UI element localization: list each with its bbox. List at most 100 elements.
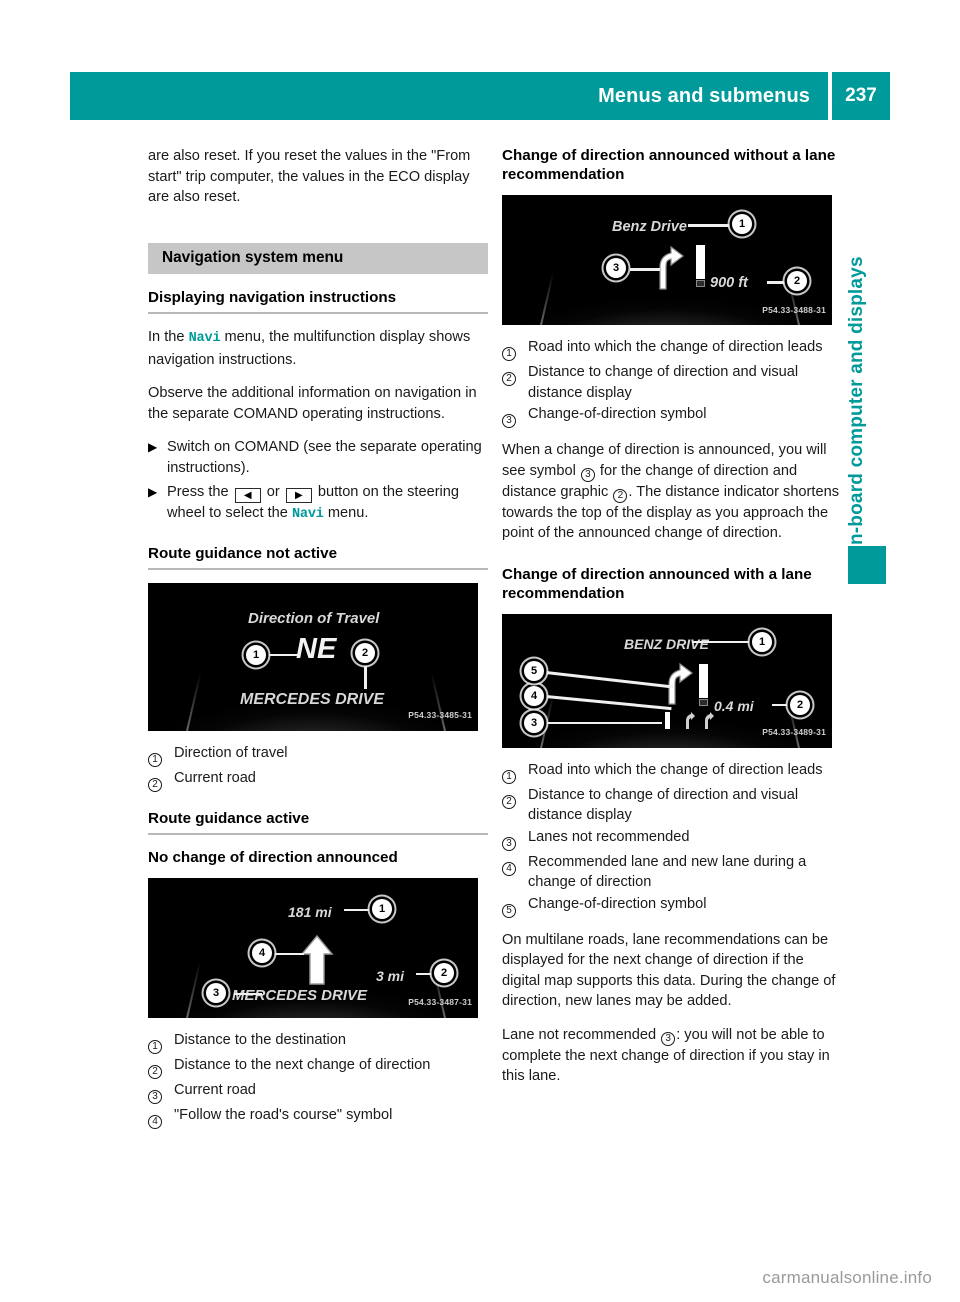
mfd-title-direction-of-travel: Direction of Travel [248,609,380,627]
callout-number: 4 [148,1114,162,1129]
navi-paragraph-pre: In the [148,329,189,345]
change-of-direction-arrow-icon [668,662,693,705]
visual-distance-bar [699,663,708,698]
callout-text: Road into which the change of direction … [528,761,823,778]
mfd-marker-3: 3 [606,258,626,278]
callout-text: "Follow the road's course" symbol [174,1106,393,1123]
callout-number: 3 [502,836,516,851]
mfd-road-name: MERCEDES DRIVE [240,690,385,708]
visual-distance-bar-base [696,280,705,287]
mfd-marker-3: 3 [524,712,544,733]
chapter-side-tab: On-board computer and displays [846,140,890,600]
comand-info-paragraph: Observe the additional information on na… [148,385,477,422]
left-arrow-key-icon: ◀ [234,488,261,503]
press-mid: or [262,484,284,500]
mfd-heading-value: NE [296,632,337,665]
callout-item: 1 Road into which the change of directio… [502,337,842,361]
navi-code-token: Navi [188,331,221,346]
callout-text: Distance to the next change of direction [174,1056,431,1073]
callout-item: 3 Lanes not recommended [502,827,842,851]
mfd-distance: 0.4 mi [714,697,754,714]
mfd-marker-2: 2 [790,694,810,715]
callout-text: Change-of-direction symbol [528,895,707,912]
follow-road-course-arrow-icon [300,934,334,985]
mfd-screenshot-direction-of-travel: Direction of Travel NE MERCEDES DRIVE 1 … [148,582,478,731]
step-press-button: ▶ Press the ◀ or ▶ button on the steerin… [148,482,488,526]
callout-text: Lanes not recommended [528,828,690,845]
callout-item: 5 Change-of-direction symbol [502,894,842,918]
mfd-marker-2: 2 [434,962,454,983]
visual-distance-bar-base [699,698,708,706]
mfd-marker-1: 1 [372,898,392,919]
callout-text: Direction of travel [174,744,288,761]
subheading-displaying-navigation-instructions: Displaying navigation instructions [148,288,488,314]
change-of-direction-arrow-icon [659,245,684,290]
header-title-container: Menus and submenus [70,72,828,120]
mfd-road-name: BENZ DRIVE [624,635,709,652]
callout-text: Recommended lane and new lane during a c… [528,853,807,891]
inline-callout-ref-3: 3 [580,467,595,482]
callout-text: Change-of-direction symbol [528,406,707,422]
callout-item: 1 Distance to the destination [148,1030,488,1054]
subheading-no-change-of-direction: No change of direction announced [148,848,398,866]
page-header: Menus and submenus 237 [70,72,890,120]
mfd-road-name: Benz Drive [612,219,687,235]
page-title: Menus and submenus [598,84,810,107]
right-column: Change of direction announced without a … [502,146,842,1087]
callout-number: 2 [148,777,162,792]
callout-number: 4 [502,861,516,876]
callout-item: 3 Change-of-direction symbol [502,404,842,428]
step-press-button-text: Press the ◀ or ▶ button on the steering … [167,482,488,526]
inline-callout-ref-3: 3 [661,1031,676,1046]
callout-item: 1 Road into which the change of directio… [502,760,842,784]
press-pre: Press the [167,484,233,500]
step-triangle-icon: ▶ [148,485,158,499]
intro-paragraph: are also reset. If you reset the values … [148,148,471,205]
subheading-route-guidance-not-active: Route guidance not active [148,544,488,570]
lane-para-part-a: Lane not recommended [502,1026,661,1043]
subheading-change-with-lane-recommendation: Change of direction announced with a lan… [502,565,812,602]
callout-text: Distance to the destination [174,1031,346,1048]
callout-number: 2 [502,794,516,809]
callout-number: 3 [148,1089,162,1104]
mfd-screenshot-no-change-of-direction: 181 mi 3 mi MERCEDES DRIVE 1 2 3 4 P54.3… [148,877,478,1018]
lane-marker-recommended [665,711,670,729]
callout-text: Current road [174,769,256,786]
mfd-marker-2: 2 [787,271,807,291]
callout-number: 1 [502,347,516,361]
mfd-image-code: P54.33-3485-31 [408,710,472,720]
mfd-marker-4: 4 [524,685,544,706]
lane-marker-arrow-icon [705,711,714,729]
mfd-image-code: P54.33-3488-31 [762,304,826,315]
step-switch-on-comand: ▶ Switch on COMAND (see the separate ope… [148,437,488,478]
left-column: are also reset. If you reset the values … [148,146,488,1130]
page-number-container: 237 [832,72,890,120]
mfd-distance: 900 ft [710,275,748,291]
callout-number: 5 [502,903,516,918]
callout-item: 4 Recommended lane and new lane during a… [502,852,842,893]
callout-number: 1 [148,752,162,767]
callout-item: 2 Distance to change of direction and vi… [502,362,842,403]
callout-item: 2 Current road [148,768,488,792]
callout-item: 4 "Follow the road's course" symbol [148,1105,488,1129]
callout-text: Distance to change of direction and visu… [528,786,799,824]
subheading-change-without-lane-recommendation: Change of direction announced without a … [502,147,836,183]
mfd-image-code: P54.33-3489-31 [762,727,826,737]
page-number: 237 [845,85,877,106]
step-triangle-icon: ▶ [148,440,158,454]
visual-distance-bar [696,245,705,279]
mfd-screenshot-change-without-lane: Benz Drive 900 ft 1 2 3 P54.33-3488-31 [502,195,832,325]
mfd-road-name: MERCEDES DRIVE [232,986,368,1004]
section-bar-navigation-system-menu: Navigation system menu [148,242,488,274]
callout-text: Road into which the change of direction … [528,339,823,355]
callout-number: 3 [502,414,516,428]
mfd-marker-1: 1 [752,631,772,652]
callout-number: 1 [502,769,516,784]
step-switch-on-comand-text: Switch on COMAND (see the separate opera… [167,439,482,476]
navi-code-token: Navi [291,507,324,522]
callout-number: 2 [502,372,516,386]
inline-callout-ref-2: 2 [613,488,628,503]
lane-marker-arrow-icon [686,711,695,729]
callout-item: 3 Current road [148,1080,488,1104]
watermark: carmanualsonline.info [762,1268,932,1287]
